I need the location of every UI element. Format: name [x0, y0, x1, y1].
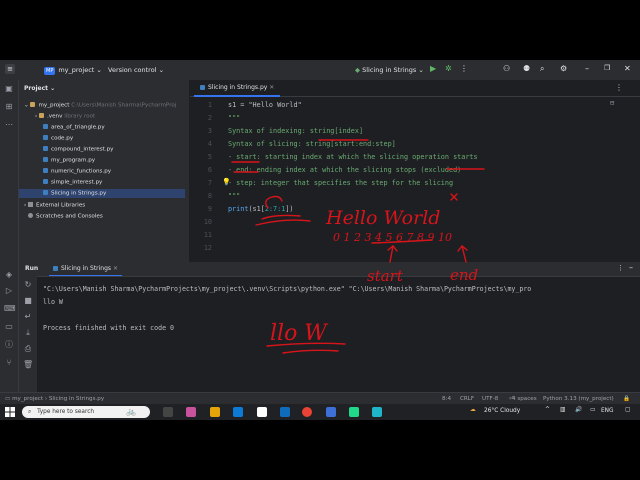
underline-output-2 [282, 349, 339, 354]
underline-slice-args-2 [255, 219, 311, 226]
ink-annotations: Hello World 0 1 2 3 4 5 6 7 8 9 10 start… [231, 139, 485, 354]
cross-mark [450, 193, 458, 201]
ink-index-numbers: 0 1 2 3 4 5 6 7 8 9 10 [333, 231, 452, 244]
ink-end-label: end [450, 266, 478, 284]
ink-hello-world: Hello World [325, 207, 440, 229]
underline-slice-args [261, 214, 301, 220]
ide-window: ≡ MP my_project ⌄ Version control ⌄ ◆ Sli… [0, 60, 640, 420]
ink-start-label: start [367, 267, 404, 285]
ink-output-note: llo W [270, 321, 329, 346]
circle-mark [265, 195, 283, 209]
